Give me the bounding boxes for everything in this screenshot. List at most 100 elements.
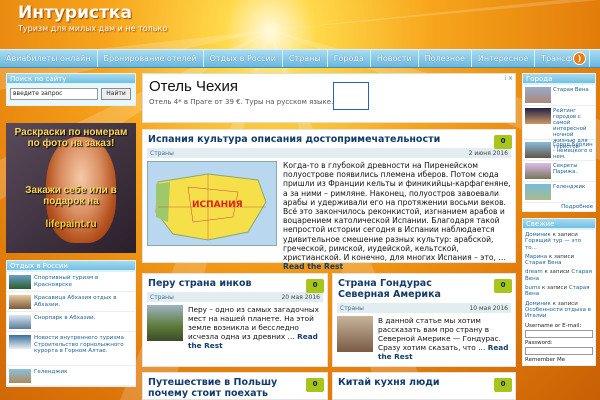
featured-post: Испания культура описания достопримечате… [142,129,516,271]
comment-post-link[interactable]: Старая Вена [525,260,561,266]
password-field[interactable] [525,346,593,355]
promo-subline: Закажи себе или в подарок на [25,185,117,207]
list-item[interactable]: Секреты Парижа. [523,161,595,182]
username-label: Username or E-mail: [525,322,582,329]
comment-connector: к записи [542,269,572,276]
spain-map-image: ИСПАНИЯ [147,161,277,246]
password-label: Password: [525,339,553,346]
post-title[interactable]: Испания культура описания достопримечате… [143,130,515,148]
list-item-link[interactable]: Снорпарк в Абхазии. [34,315,95,322]
thumbnail-image [525,163,551,179]
comment-post-link[interactable]: Особенности отдыха в Италии [525,307,591,319]
list-item[interactable]: Снорпарк в Абхазии. [7,312,135,332]
post-category[interactable]: Страны [150,294,174,301]
ad-subtitle: Отель 4* в Праге от 39 €. Туры на русско… [149,98,334,106]
post-card: Перу страна инков 0 Страны 20 мая 2016 П… [142,273,328,367]
ad-banner[interactable]: Отель Чехия Отель 4* в Праге от 39 €. Ту… [142,73,516,123]
list-item-link[interactable]: Рейтинг городов с самой интересной ночно… [553,108,593,150]
nav-item-russia[interactable]: Отдых в России [204,50,283,67]
search-input[interactable]: введите запрос [10,88,98,100]
list-item-link[interactable]: Геленджик [34,369,67,376]
list-item-link[interactable]: Спортивный туризм в Красноярске [34,275,133,288]
promo-banner[interactable]: Раскраски по номерам по фото на заказ! З… [6,123,136,253]
comment-count-badge[interactable]: 0 [494,378,512,392]
comment-count-badge[interactable]: 0 [494,279,512,293]
rss-icon[interactable]: ) [573,52,586,65]
comment-connector: к записи [550,300,578,307]
post-excerpt-text: Когда-то в глубокой древности на Пиреней… [283,161,511,263]
comment-item: Доминик к записи Горящий тур — это то... [525,232,593,251]
comments-heading: Свежие комментарии [522,218,596,236]
promo-headline: Раскраски по номерам по фото на заказ! [14,127,128,149]
site-subtitle: Туризм для милых дам и не только [18,24,168,33]
post-title[interactable]: Путешествие в Польшу почему стоит поехат… [143,373,327,400]
promo-site: lifepaint.ru [45,219,97,230]
thumbnail-image [9,335,31,349]
comment-author[interactable]: Марина [525,254,547,260]
post-body: В данной статье мы хотим рассказать вам … [333,313,515,364]
comment-item: Доминик к записи Особенности отдыха в Ит… [525,301,593,320]
comment-item: bums к записи Старая Вена [525,285,593,298]
search-widget: введите запрос Найти [6,84,136,106]
nav-item-news[interactable]: Новости [371,50,419,67]
comment-count-badge[interactable]: 0 [306,279,324,293]
list-item-link[interactable]: Новости внутреннего туризма Строительств… [34,335,133,355]
left-sidebar: Поиск по сайту введите запрос Найти Раск… [6,73,136,387]
main-content: Отель Чехия Отель 4* в Праге от 39 €. Ту… [142,73,516,271]
nav-item-cities[interactable]: Города [328,50,371,67]
ad-title[interactable]: Отель Чехия [149,78,238,95]
site-title[interactable]: Интуристка [18,3,132,23]
post-category[interactable]: Страны [340,305,364,312]
more-link[interactable]: Подробнее [523,203,595,211]
post-title[interactable]: Страна Гондурас Северная Америка [333,274,515,303]
comment-author[interactable]: Доминик [525,301,551,307]
comment-author[interactable]: dream [525,269,543,275]
list-item[interactable]: Город Берлин - немецкого о нем. [523,140,595,161]
read-more-link[interactable]: Read the Rest [283,262,343,271]
recent-comments-list: Доминик к записи Горящий тур — это то...… [522,229,596,366]
russia-heading: Отдых в России [6,260,136,271]
thumbnail-image [9,315,31,329]
list-item-link[interactable]: Старая Вена [553,87,589,103]
list-item[interactable]: Спортивный туризм в Красноярске [7,272,135,292]
ad-close-icon[interactable]: i × [504,75,513,82]
list-item[interactable]: Красавица Абхазия отдых в Абхазии. [7,292,135,312]
thumbnail-image [525,184,551,200]
list-item[interactable]: Новости внутреннего туризма Строительств… [7,332,135,366]
comment-connector: к записи [540,285,569,292]
username-field[interactable] [525,329,593,338]
search-button[interactable]: Найти [101,88,131,100]
post-body: ИСПАНИЯ Когда-то в глубокой древности на… [143,158,515,274]
comment-connector: к записи [547,253,575,260]
post-title[interactable]: Перу страна инков [143,274,327,292]
map-label: ИСПАНИЯ [192,200,243,210]
post-title[interactable]: Китай кухня люди [333,373,515,391]
list-item[interactable]: Старая Вена [523,85,595,106]
nav-item-hotels[interactable]: Бронирование отелей [98,50,204,67]
nav-item-interesting[interactable]: Интересное [472,50,536,67]
post-meta: Страны 2 июня 2016 [147,148,511,158]
post-body: Перу – одно из самых загадочных мест на … [143,302,327,353]
list-item-link[interactable]: Секреты Парижа. [553,163,593,179]
list-item-link[interactable]: Красавица Абхазия отдых в Абхазии. [34,295,133,308]
nav-item-useful[interactable]: Полезное [419,50,472,67]
post-meta: Страны 20 мая 2016 [147,292,323,302]
comment-post-link[interactable]: Горящий тур — это то... [525,238,581,250]
nav-item-countries[interactable]: Страны [283,50,328,67]
thumbnail-image [9,369,31,383]
list-item-link[interactable]: Город Берлин - немецкого о нем. [553,142,593,160]
comment-author[interactable]: bums [525,285,540,291]
list-item[interactable]: Геленджик [523,182,595,203]
comment-count-badge[interactable]: 0 [494,135,512,149]
thumbnail-image [9,275,31,289]
thumbnail-image [9,295,31,309]
list-item[interactable]: Геленджик [7,366,135,386]
list-item-link[interactable]: Геленджик [553,184,585,200]
nav-item-avia[interactable]: Авиабилеты онлайн [0,50,98,67]
post-card: Путешествие в Польшу почему стоит поехат… [142,372,328,400]
post-category[interactable]: Страны [150,150,174,157]
list-item[interactable]: Рейтинг городов с самой интересной ночно… [523,106,595,150]
comment-count-badge[interactable]: 0 [306,378,324,392]
main-nav: Авиабилеты онлайн Бронирование отелей От… [0,49,600,68]
remember-me-checkbox[interactable]: Remember Me [525,357,593,363]
